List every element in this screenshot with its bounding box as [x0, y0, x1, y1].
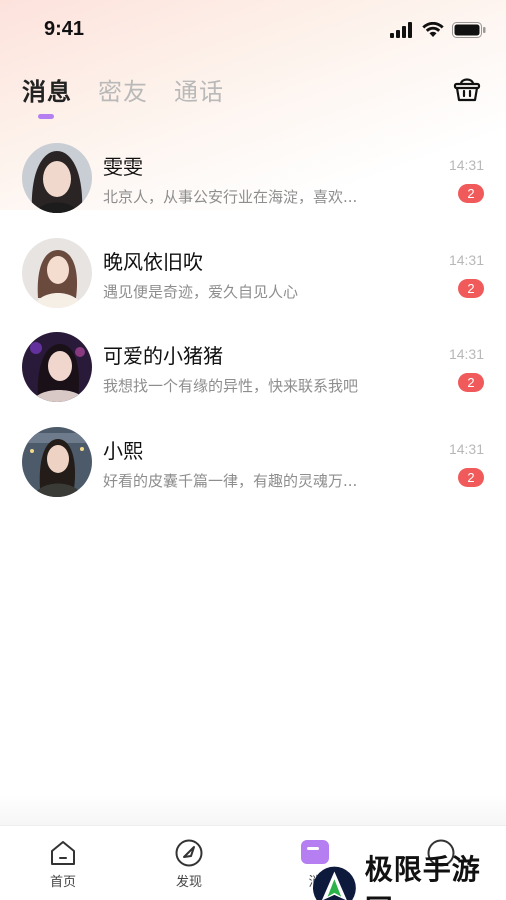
contact-name: 晚风依旧吹 — [103, 249, 203, 274]
avatar[interactable] — [22, 143, 92, 213]
tabbar-discover[interactable]: 发现 — [159, 838, 219, 890]
tabbar-home[interactable]: 首页 — [33, 838, 93, 890]
status-icons — [390, 22, 486, 38]
signal-icon — [390, 22, 412, 38]
status-bar: 9:41 — [0, 0, 506, 60]
message-preview: 遇见便是奇迹，爱久自见人心 — [103, 282, 299, 301]
wifi-icon — [422, 22, 444, 37]
contact-name: 小熙 — [103, 438, 143, 463]
tab-active-indicator — [38, 114, 54, 119]
message-item[interactable]: 晚风依旧吹 遇见便是奇迹，爱久自见人心 14:31 2 — [0, 226, 506, 321]
tab-calls[interactable]: 通话 — [174, 72, 224, 107]
message-time: 14:31 — [448, 251, 484, 268]
message-item[interactable]: 小熙 好看的皮囊千篇一律，有趣的灵魂万... 14:31 2 — [0, 415, 506, 510]
status-time: 9:41 — [44, 18, 85, 40]
unread-badge: 2 — [458, 467, 484, 487]
battery-icon — [452, 22, 486, 38]
message-preview: 我想找一个有缘的异性，快来联系我吧 — [103, 377, 359, 395]
watermark-logo-icon — [312, 866, 356, 900]
basket-icon[interactable] — [452, 74, 482, 104]
message-preview: 北京人，从事公安行业在海淀，喜欢... — [103, 188, 358, 206]
watermark: 极限手游网 — [312, 848, 506, 900]
message-time: 14:31 — [448, 157, 484, 173]
tab-messages[interactable]: 消息 — [22, 72, 72, 119]
tab-close-friends-label: 密友 — [98, 78, 148, 106]
unread-badge: 2 — [458, 184, 484, 203]
tab-messages-label: 消息 — [22, 78, 72, 106]
message-item[interactable]: 雯雯 北京人，从事公安行业在海淀，喜欢... 14:31 2 — [0, 131, 506, 226]
avatar[interactable] — [22, 332, 92, 402]
message-time: 14:31 — [448, 346, 484, 362]
message-preview: 好看的皮囊千篇一律，有趣的灵魂万... — [103, 471, 358, 490]
unread-badge: 2 — [458, 278, 484, 298]
tab-calls-label: 通话 — [174, 78, 224, 106]
message-list: 雯雯 北京人，从事公安行业在海淀，喜欢... 14:31 2 晚风依旧吹 遇见便… — [0, 131, 506, 509]
watermark-text: 极限手游网 — [364, 853, 481, 900]
message-time: 14:31 — [448, 440, 484, 457]
tabbar-shadow — [0, 795, 506, 825]
avatar[interactable] — [22, 237, 92, 308]
tabbar-home-label: 首页 — [49, 875, 76, 890]
unread-badge: 2 — [458, 373, 484, 392]
contact-name: 雯雯 — [103, 155, 143, 179]
message-item[interactable]: 可爱的小猪猪 我想找一个有缘的异性，快来联系我吧 14:31 2 — [0, 320, 506, 415]
contact-name: 可爱的小猪猪 — [103, 344, 223, 368]
home-icon — [51, 841, 75, 865]
tabbar-discover-label: 发现 — [175, 875, 202, 890]
tab-close-friends[interactable]: 密友 — [98, 72, 148, 107]
avatar[interactable] — [22, 426, 92, 497]
compass-icon — [175, 839, 203, 867]
message-tabs: 消息 密友 通话 — [22, 72, 224, 119]
